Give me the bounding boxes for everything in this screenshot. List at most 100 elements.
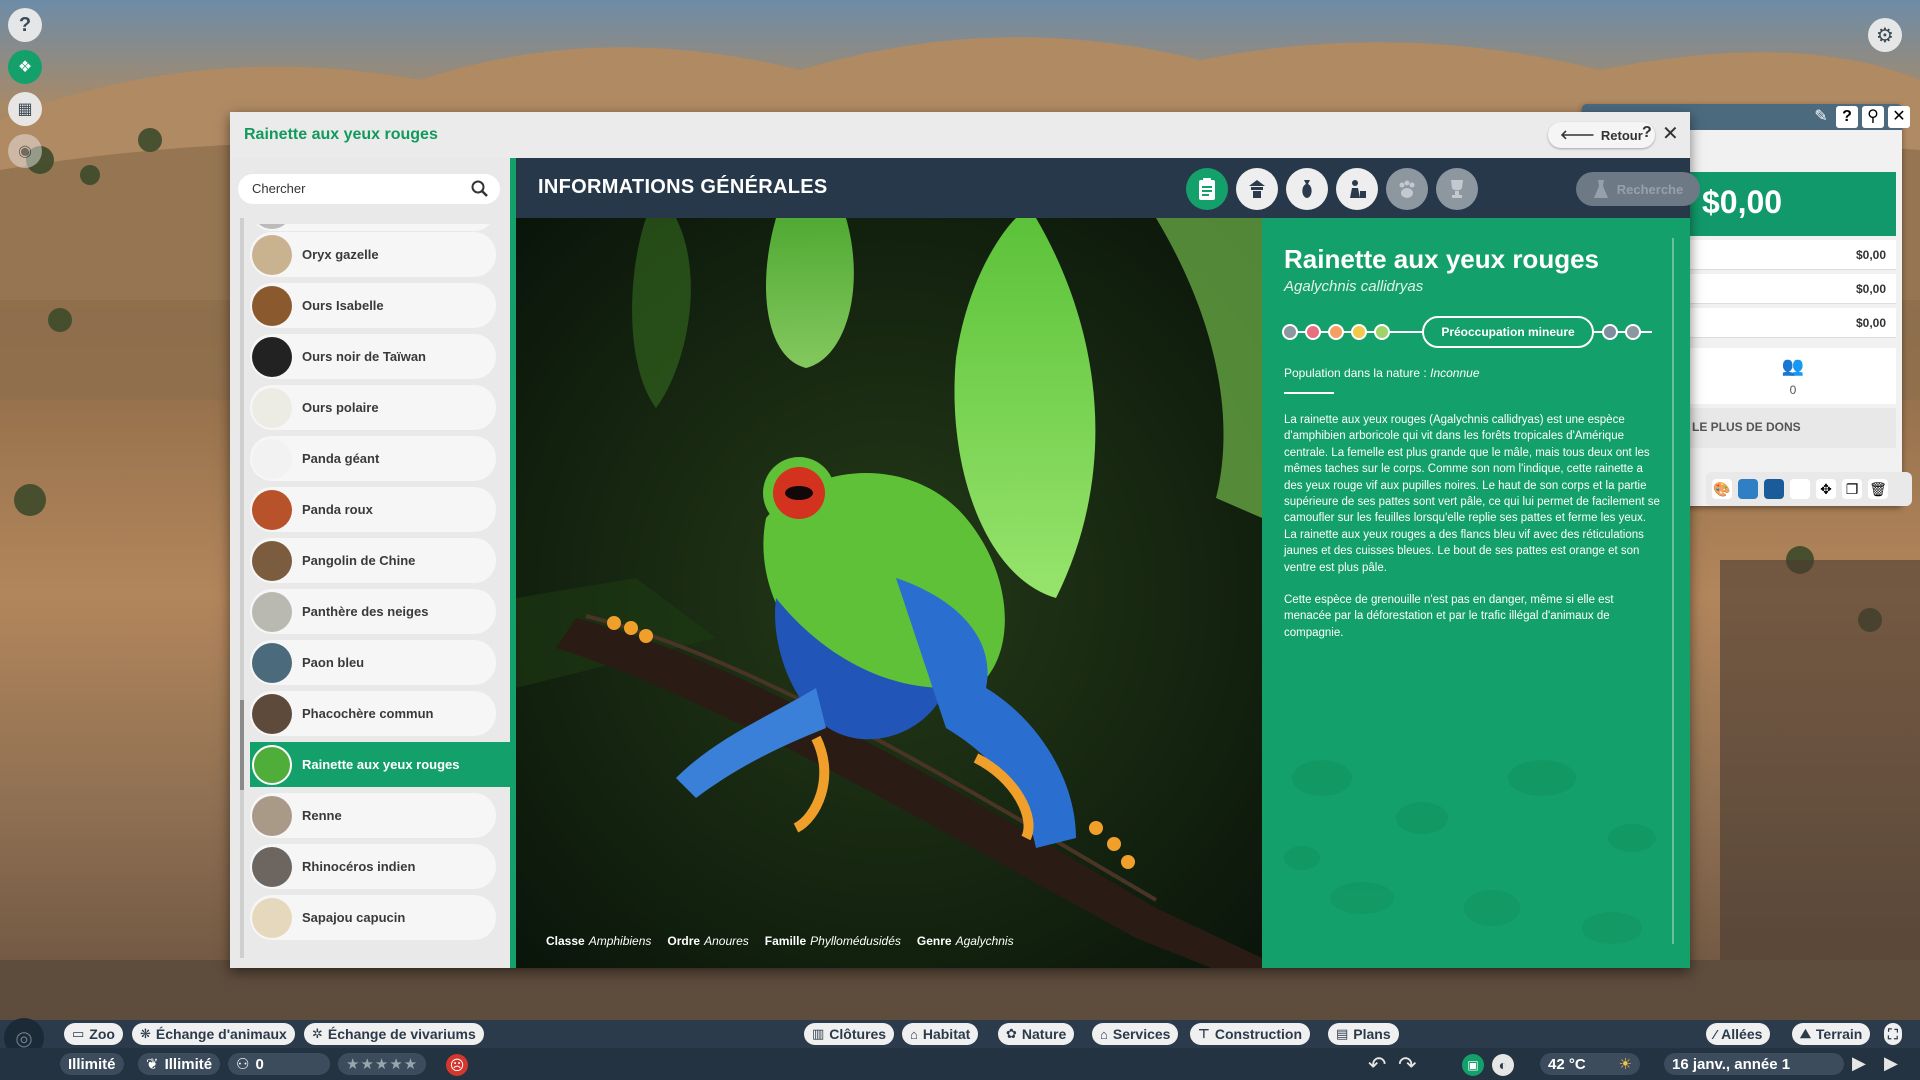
edit-icon[interactable]: ✎: [1810, 106, 1832, 128]
research-mode[interactable]: ❦ Illimité: [138, 1053, 221, 1075]
list-item[interactable]: Sapajou capucin: [250, 895, 496, 940]
finance-row: $0,00: [1690, 240, 1896, 270]
list-item[interactable]: Rainette aux yeux rouges: [250, 742, 510, 787]
help-icon[interactable]: ?: [1836, 106, 1858, 128]
tab-habitat[interactable]: [1236, 168, 1278, 210]
species-description: La rainette aux yeux rouges (Agalychnis …: [1284, 414, 1660, 639]
animal-avatar: [252, 693, 292, 734]
list-item[interactable]: Paon bleu: [250, 640, 496, 685]
fast-forward-icon[interactable]: ▶: [1884, 1053, 1898, 1074]
toolbar-servicesbutton[interactable]: ⌂ Services: [1092, 1023, 1179, 1045]
list-item[interactable]: Panda roux: [250, 487, 496, 532]
list-item[interactable]: Rhinocéros indien: [250, 844, 496, 889]
balance-display: $0,00: [1690, 172, 1896, 236]
description-scrollbar[interactable]: [1672, 238, 1674, 944]
toolbar-all-esbutton[interactable]: ⁄ Allées: [1706, 1023, 1771, 1045]
color-swatch[interactable]: [1790, 479, 1810, 499]
money-mode[interactable]: Illimité: [60, 1053, 124, 1075]
color-swatch[interactable]: [1764, 479, 1784, 499]
list-item[interactable]: Ours polaire: [250, 385, 496, 430]
duplicate-icon[interactable]: ❐: [1842, 479, 1862, 499]
help-icon[interactable]: ?: [8, 8, 42, 42]
zoo-rating-stars[interactable]: ★★★★★: [338, 1053, 427, 1075]
taxonomy-item: Ordre Anoures: [667, 934, 749, 948]
tab-general-info[interactable]: [1186, 168, 1228, 210]
undo-icon[interactable]: ↶: [1368, 1052, 1386, 1078]
conservation-dot: [1282, 324, 1298, 340]
weather-toggle-icon[interactable]: ◐: [1492, 1054, 1514, 1076]
search-icon[interactable]: [470, 179, 490, 199]
camera-icon[interactable]: ▣: [1462, 1054, 1484, 1076]
habitat-icon: ⌂: [910, 1026, 918, 1042]
toolbar--change-de-vivariumsbutton[interactable]: ✲ Échange de vivariums: [304, 1023, 484, 1045]
tab-food[interactable]: [1286, 168, 1328, 210]
delete-icon[interactable]: 🗑: [1868, 479, 1888, 499]
list-item-label: Ours noir de Taïwan: [302, 349, 427, 364]
build-toolbar: ◎ ▭ Zoo ❋ Échange d'animaux ✲ Échange de viva…: [0, 1018, 1920, 1058]
frog-photo: [516, 218, 1262, 968]
taxonomy-item: Classe Amphibiens: [546, 934, 652, 948]
habitat-icon: [1249, 180, 1265, 198]
tab-enrichment[interactable]: [1336, 168, 1378, 210]
toolbar--change-d-animauxbutton[interactable]: ❋ Échange d'animaux: [132, 1023, 295, 1045]
toolbar-constructionbutton[interactable]: ⊤ Construction: [1190, 1023, 1310, 1045]
conservation-status-badge: Préoccupation mineure: [1422, 316, 1594, 348]
list-scrollbar[interactable]: [240, 218, 244, 958]
close-button[interactable]: ✕: [1662, 121, 1679, 146]
color-swatch[interactable]: [1738, 479, 1758, 499]
conservation-status-scale: Préoccupation mineure: [1282, 316, 1662, 348]
toolbar-naturebutton[interactable]: ✿ Nature: [998, 1023, 1075, 1045]
enrichment-icon: [1350, 180, 1366, 198]
sad-face-icon[interactable]: ☹: [446, 1054, 468, 1076]
list-item[interactable]: Panthère des neiges: [250, 589, 496, 634]
list-item-label: Ours polaire: [302, 400, 379, 415]
animal-avatar: [252, 642, 292, 683]
list-scrollbar-thumb[interactable]: [240, 700, 244, 790]
tab-achievements[interactable]: [1436, 168, 1478, 210]
close-icon[interactable]: ✕: [1888, 106, 1910, 128]
section-title: INFORMATIONS GÉNÉRALES: [538, 176, 828, 198]
animal-avatar: [252, 438, 292, 479]
toolbar-cl-turesbutton[interactable]: ▥ Clôtures: [804, 1023, 895, 1045]
list-item-label: Rainette aux yeux rouges: [302, 757, 460, 772]
search-input[interactable]: Chercher: [238, 174, 500, 204]
toolbar-zoobutton[interactable]: ▭ Zoo: [64, 1023, 123, 1045]
list-item[interactable]: Panda géant: [250, 436, 496, 481]
toolbar-habitatbutton[interactable]: ⌂ Habitat: [902, 1023, 979, 1045]
donor-count: 👥 0: [1690, 348, 1896, 404]
taxonomy-item: Genre Agalychnis: [916, 934, 1014, 948]
food-icon: [1302, 180, 1312, 198]
finance-row: $0,00: [1690, 274, 1896, 304]
flask-icon: [1593, 180, 1608, 198]
redo-icon[interactable]: ↷: [1398, 1052, 1416, 1078]
list-item[interactable]: [250, 224, 496, 231]
toolbar-terrainbutton[interactable]: ⛰ Terrain: [1792, 1023, 1871, 1045]
list-item[interactable]: Oryx gazelle: [250, 232, 496, 277]
temperature: 42 °C ☀: [1540, 1053, 1640, 1075]
bug-icon: ✲: [312, 1026, 323, 1041]
calendar-icon[interactable]: ▦: [8, 92, 42, 126]
visibility-icon[interactable]: ◉: [8, 134, 42, 168]
pin-icon[interactable]: ⚲: [1862, 106, 1884, 128]
palette-icon[interactable]: 🎨: [1712, 479, 1732, 499]
toolbar-plansbutton[interactable]: ▤ Plans: [1328, 1023, 1399, 1045]
zoopedia-dialog: Rainette aux yeux rouges 🡐 Retour ? ✕ Ch…: [230, 112, 1700, 968]
help-button[interactable]: ?: [1642, 124, 1652, 142]
tab-behaviour[interactable]: [1386, 168, 1428, 210]
settings-gear-icon[interactable]: ⚙: [1868, 18, 1902, 52]
animal-management-icon[interactable]: ❖: [8, 50, 42, 84]
expand-button[interactable]: ⛶: [1884, 1023, 1902, 1045]
status-bar: Illimité ❦ Illimité ⚇ 0 ★★★★★ ☹ ↶ ↷ ▣ ◐ 42…: [0, 1048, 1920, 1080]
move-icon[interactable]: ✥: [1816, 479, 1836, 499]
list-item[interactable]: Ours noir de Taïwan: [250, 334, 496, 379]
list-item-label: Paon bleu: [302, 655, 365, 670]
play-icon[interactable]: ▶: [1852, 1053, 1866, 1074]
back-button[interactable]: 🡐 Retour: [1548, 122, 1655, 148]
research-button[interactable]: Recherche: [1576, 172, 1700, 206]
species-photo: Classe Amphibiens Ordre Anoures Famille Phyll…: [516, 218, 1262, 968]
guest-count[interactable]: ⚇ 0: [228, 1053, 330, 1075]
list-item[interactable]: Renne: [250, 793, 496, 838]
list-item[interactable]: Phacochère commun: [250, 691, 496, 736]
list-item[interactable]: Pangolin de Chine: [250, 538, 496, 583]
list-item[interactable]: Ours Isabelle: [250, 283, 496, 328]
